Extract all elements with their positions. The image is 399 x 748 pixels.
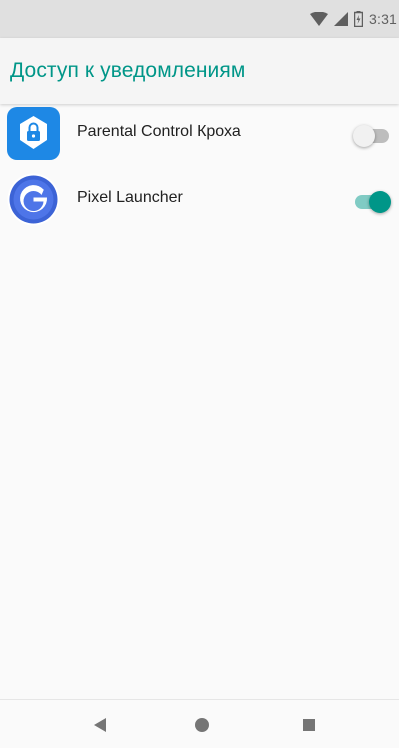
toggle-thumb [369, 191, 391, 213]
list-item-parental-control[interactable]: Parental Control Кроха [0, 104, 399, 170]
app-label: Pixel Launcher [77, 189, 183, 206]
battery-icon [354, 11, 363, 27]
parental-control-icon [7, 107, 60, 160]
page-title: Доступ к уведомлениям [10, 59, 246, 82]
screen: 3:31 Доступ к уведомлениям Parental Cont… [0, 0, 399, 748]
status-bar: 3:31 [0, 0, 399, 38]
navigation-bar [0, 699, 399, 748]
pixel-launcher-icon [7, 173, 60, 226]
list-item-pixel-launcher[interactable]: Pixel Launcher [0, 170, 399, 236]
status-time: 3:31 [369, 11, 398, 27]
signal-icon [334, 12, 348, 26]
home-icon[interactable] [193, 716, 211, 734]
pixel-launcher-toggle[interactable] [353, 190, 391, 214]
back-icon[interactable] [91, 716, 109, 734]
app-label: Parental Control Кроха [77, 123, 241, 140]
wifi-icon [310, 12, 328, 26]
notification-access-list: Parental Control Кроха Pixel Launcher [0, 104, 399, 236]
app-bar: Доступ к уведомлениям [0, 38, 399, 104]
recents-icon[interactable] [300, 716, 318, 734]
toggle-thumb [353, 125, 375, 147]
status-icons: 3:31 [310, 0, 399, 38]
parental-control-toggle[interactable] [353, 124, 391, 148]
